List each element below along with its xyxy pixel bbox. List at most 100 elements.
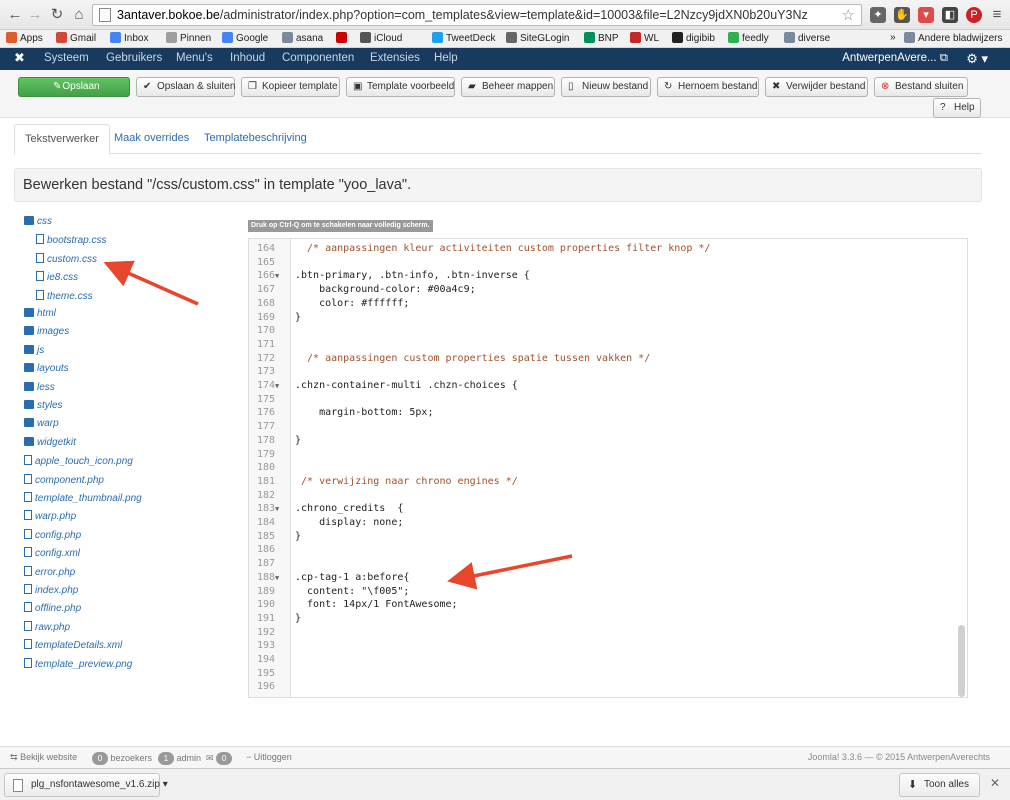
tree-item-offline-php[interactable]: offline.php (24, 602, 81, 620)
code-line[interactable]: 194 (249, 653, 949, 667)
code-line[interactable]: 193 (249, 639, 949, 653)
extension-hand-icon[interactable]: ✋ (894, 7, 910, 23)
code-line[interactable]: 165 (249, 256, 949, 270)
pinterest-icon[interactable]: P (966, 7, 982, 23)
code-line[interactable]: 196 (249, 680, 949, 694)
bookmark-google[interactable]: Google (222, 32, 268, 44)
tab-tekstverwerker[interactable]: Tekstverwerker (14, 124, 110, 155)
code-line[interactable]: 167 background-color: #00a4c9; (249, 283, 949, 297)
tree-item-theme-css[interactable]: theme.css (36, 289, 93, 308)
menu-componenten[interactable]: Componenten (282, 52, 354, 64)
close-file-button[interactable]: ⊗ Bestand sluiten (874, 77, 968, 97)
menu-inhoud[interactable]: Inhoud (230, 52, 265, 64)
code-line[interactable]: 166 ▼ .btn-primary, .btn-info, .btn-invers… (249, 269, 949, 283)
bookmark-feedly[interactable]: feedly (728, 32, 769, 44)
tree-item-images[interactable]: images (24, 326, 69, 344)
tree-item-apple-touch-icon-png[interactable]: apple_touch_icon.png (24, 455, 133, 473)
pocket-icon[interactable]: ▾ (918, 7, 934, 23)
new-file-button[interactable]: ▯ Nieuw bestand (561, 77, 651, 97)
tree-item-error-php[interactable]: error.php (24, 565, 75, 584)
tree-item-warp-php[interactable]: warp.php (24, 510, 76, 528)
code-line[interactable]: 164 /* aanpassingen kleur activiteiten c… (249, 242, 949, 256)
tree-item-less[interactable]: less (24, 381, 55, 400)
bookmark-digibib[interactable]: digibib (672, 32, 715, 44)
tree-item-bootstrap-css[interactable]: bootstrap.css (36, 234, 106, 252)
bookmarks-overflow[interactable]: » (890, 32, 896, 43)
tree-item-js[interactable]: js (24, 344, 44, 363)
template-preview-button[interactable]: ▣ Template voorbeeld (346, 77, 455, 97)
user-site-link[interactable]: AntwerpenAvere... ⧉ (842, 52, 948, 65)
menu-systeem[interactable]: Systeem (44, 52, 89, 64)
bookmark-other[interactable]: Andere bladwijzers (904, 32, 1003, 44)
back-icon[interactable]: ← (6, 6, 24, 24)
forward-icon[interactable]: → (26, 6, 44, 24)
bookmark-icloud[interactable]: iCloud (360, 32, 402, 44)
code-line[interactable]: 168 color: #ffffff; (249, 297, 949, 311)
manage-folders-button[interactable]: ▰ Beheer mappen (461, 77, 555, 97)
fold-toggle-icon[interactable]: ▼ (275, 502, 287, 516)
tree-item-component-php[interactable]: component.php (24, 473, 104, 492)
address-bar[interactable]: 3antaver.bokoe.be/administrator/index.ph… (92, 4, 862, 26)
code-line[interactable]: 195 (249, 667, 949, 681)
bookmark-inbox[interactable]: Inbox (110, 32, 148, 44)
code-line[interactable]: 179 (249, 448, 949, 462)
bookmark-apps[interactable]: Apps (6, 32, 43, 44)
tree-item-html[interactable]: html (24, 308, 56, 326)
code-line[interactable]: 190 font: 14px/1 FontAwesome; (249, 598, 949, 612)
tab-maak-overrides[interactable]: Maak overrides (104, 124, 199, 154)
fold-toggle-icon[interactable]: ▼ (275, 571, 287, 585)
close-icon[interactable]: ✕ (990, 776, 1000, 790)
code-line[interactable]: 189 content: "\f005"; (249, 585, 949, 599)
tree-item-css[interactable]: css (24, 216, 52, 234)
code-line[interactable]: 191} (249, 612, 949, 626)
bookmark-tweetdeck[interactable]: TweetDeck (432, 32, 495, 44)
tab-templatebeschrijving[interactable]: Templatebeschrijving (194, 124, 317, 154)
tree-item-config-xml[interactable]: config.xml (24, 547, 80, 565)
reload-icon[interactable]: ↻ (48, 6, 66, 24)
tree-item-widgetkit[interactable]: widgetkit (24, 436, 76, 455)
code-line[interactable]: 186 (249, 543, 949, 557)
bookmark-gmail[interactable]: Gmail (56, 32, 96, 44)
extension-icon[interactable]: ✦ (870, 7, 886, 23)
chevron-down-icon[interactable]: ▾ (163, 779, 168, 790)
bookmark-bnp[interactable]: BNP (584, 32, 619, 44)
menu-menus[interactable]: Menu's (176, 52, 213, 64)
view-site-link[interactable]: ⇆ Bekijk website (10, 752, 77, 763)
code-line[interactable]: 184 display: none; (249, 516, 949, 530)
code-line[interactable]: 174 ▼ .chzn-container-multi .chzn-choices … (249, 379, 949, 393)
tree-item-ie8-css[interactable]: ie8.css (36, 271, 78, 289)
rename-file-button[interactable]: ↻ Hernoem bestand (657, 77, 759, 97)
tree-item-template-preview-png[interactable]: template_preview.png (24, 657, 132, 676)
home-icon[interactable]: ⌂ (70, 6, 88, 24)
extension-icon-2[interactable]: ◧ (942, 7, 958, 23)
gear-icon[interactable]: ⚙ ▾ (966, 51, 988, 67)
delete-file-button[interactable]: ✖ Verwijder bestand (765, 77, 868, 97)
code-line[interactable]: 188 ▼ .cp-tag-1 a:before{ (249, 571, 949, 585)
tree-item-templatedetails-xml[interactable]: templateDetails.xml (24, 639, 122, 657)
code-line[interactable]: 182 (249, 489, 949, 503)
code-line[interactable]: 180 (249, 461, 949, 475)
bookmark-siteglogin[interactable]: SiteGLogin (506, 32, 569, 44)
tree-item-warp[interactable]: warp (24, 418, 59, 436)
bookmark-youtube[interactable] (336, 32, 350, 44)
bookmark-diverse[interactable]: diverse (784, 32, 830, 44)
editor-scrollbar[interactable] (958, 625, 965, 697)
fold-toggle-icon[interactable]: ▼ (275, 269, 287, 283)
code-line[interactable]: 171 (249, 338, 949, 352)
bookmark-asana[interactable]: asana (282, 32, 323, 44)
code-line[interactable]: 185} (249, 530, 949, 544)
menu-help[interactable]: Help (434, 52, 458, 64)
code-line[interactable]: 178} (249, 434, 949, 448)
code-line[interactable]: 183 ▼ .chrono_credits { (249, 502, 949, 516)
tree-item-custom-css[interactable]: custom.css (36, 252, 97, 271)
fold-toggle-icon[interactable]: ▼ (275, 379, 287, 393)
bookmark-pinnen[interactable]: Pinnen (166, 32, 211, 44)
logout-link[interactable]: − Uitloggen (246, 752, 292, 762)
code-line[interactable]: 187 (249, 557, 949, 571)
bookmark-wl[interactable]: WL (630, 32, 659, 44)
joomla-logo-icon[interactable]: ✖ (14, 51, 28, 65)
code-line[interactable]: 169} (249, 311, 949, 325)
save-button[interactable]: ✎ Opslaan (18, 77, 130, 97)
help-button[interactable]: ? Help (933, 98, 981, 118)
code-line[interactable]: 170 (249, 324, 949, 338)
